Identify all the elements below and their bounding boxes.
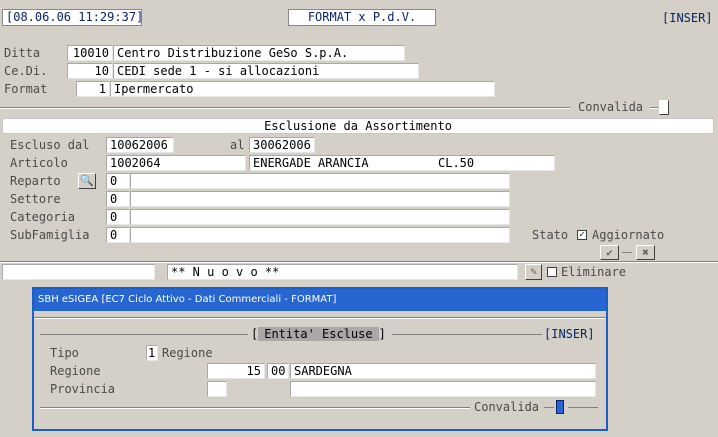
subfamiglia-desc-field [130,227,510,243]
section-title: Esclusione da Assortimento [2,118,714,134]
articolo-code-field[interactable]: 1002064 [106,155,246,171]
tipo-label: Tipo [50,346,79,360]
articolo-desc-field: ENERGADE ARANCIA CL.50 [249,155,555,171]
dialog-subtitle-rule-left [40,334,248,335]
categoria-code-field[interactable]: 0 [106,209,130,225]
header-divider-end [650,107,658,109]
dialog-convalida-rule-end [568,407,598,408]
dialog-bottom-rule [40,407,470,409]
dialog-subtitle-rule-right [392,334,542,335]
bottom-left-field[interactable] [2,264,155,280]
dialog-top-rule [34,317,606,319]
cedi-label: Ce.Di. [4,64,48,78]
subfamiglia-label: SubFamiglia [10,228,90,242]
status-text-field: ** N u o v o ** [167,264,518,280]
settore-label: Settore [10,192,61,206]
reparto-desc-field [130,173,510,189]
tipo-value: Regione [162,346,213,360]
articolo-desc-text: ENERGADE ARANCIA [253,156,369,170]
ditta-label: Ditta [4,46,41,60]
subfamiglia-code-field[interactable]: 0 [106,227,130,243]
articolo-size-text: CL.50 [438,156,475,170]
regione-num2-field[interactable]: 00 [267,363,289,379]
escluso-dal-label: Escluso dal [10,138,90,152]
reparto-code-field[interactable]: 0 [106,173,130,189]
ditta-name-field: Centro Distribuzione GeSo S.p.A. [113,45,405,61]
dialog-subtitle-text: Entita' Escluse [258,327,379,341]
header-convalida-label: Convalida [578,100,644,114]
regione-num1-field[interactable]: 15 [207,363,265,379]
provincia-label: Provincia [50,382,116,396]
format-name-field: Ipermercato [110,81,495,97]
stato-label: Stato [532,228,569,242]
confirm-button[interactable]: ✔ [600,245,619,260]
dialog-mode-indicator: [INSER] [544,327,595,341]
window-title: FORMAT x P.d.V. [288,9,436,26]
binoculars-icon: 🔍 [80,174,94,187]
tipo-code-field[interactable]: 1 [146,345,158,361]
provincia-code-field[interactable] [207,381,227,397]
dialog-convalida-label: Convalida [474,400,540,414]
eliminare-checkbox[interactable] [547,267,557,277]
datetime-display: [08.06.06 11:29:37] [2,9,143,26]
settore-code-field[interactable]: 0 [106,191,130,207]
reparto-label: Reparto [10,174,61,188]
articolo-label: Articolo [10,156,68,170]
button-separator [622,252,632,253]
entita-escluse-dialog: SBH eSIGEA [EC7 Ciclo Attivo - Dati Comm… [32,287,608,431]
regione-label: Regione [50,364,101,378]
provincia-name-field [290,381,596,397]
format-code-field[interactable]: 1 [76,81,110,97]
eliminare-label: Eliminare [561,265,627,279]
stato-checkbox[interactable]: ✓ [577,230,587,240]
cedi-name-field: CEDI sede 1 - si allocazioni [113,63,419,79]
dialog-convalida-rule [544,407,554,408]
categoria-desc-field [130,209,510,225]
settore-desc-field [130,191,510,207]
reparto-search-button[interactable]: 🔍 [78,173,96,189]
regione-name-field: SARDEGNA [290,363,596,379]
header-convalida-button[interactable] [659,100,669,115]
al-field[interactable]: 30062006 [249,137,315,153]
x-icon: ✖ [642,246,649,259]
section-divider [0,261,718,263]
categoria-label: Categoria [10,210,76,224]
cancel-button[interactable]: ✖ [636,245,655,260]
dialog-subtitle: [Entita' Escluse] [251,327,386,341]
al-label: al [230,138,245,152]
header-divider [0,107,570,109]
dialog-convalida-button[interactable] [556,400,564,414]
dialog-title-bar: SBH eSIGEA [EC7 Ciclo Attivo - Dati Comm… [34,289,606,311]
format-label: Format [4,82,48,96]
stato-value: Aggiornato [592,228,665,242]
escluso-dal-field[interactable]: 10062006 [106,137,174,153]
checkmark-icon: ✔ [606,246,613,259]
edit-icon: ✎ [530,265,537,278]
ditta-code-field[interactable]: 10010 [67,45,113,61]
cedi-code-field[interactable]: 10 [67,63,113,79]
edit-icon-button[interactable]: ✎ [525,264,542,280]
mode-indicator: [INSER] [662,11,713,25]
